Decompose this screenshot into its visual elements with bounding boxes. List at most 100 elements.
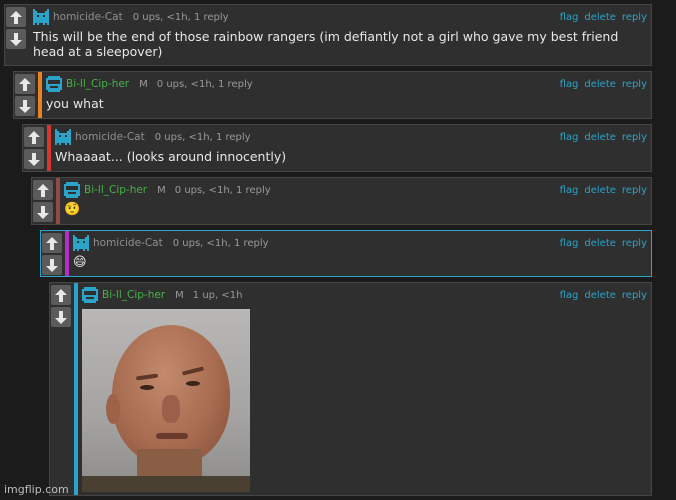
arrow-down-icon bbox=[37, 205, 49, 219]
comment-header: Bi-ll_Cip-her M 0 ups, <1h, 1 reply flag… bbox=[64, 181, 647, 199]
thread-bar bbox=[38, 72, 42, 118]
downvote-button[interactable] bbox=[33, 202, 53, 222]
comment-meta: 0 ups, <1h, 1 reply bbox=[132, 11, 229, 23]
comment-body: Bi-ll_Cip-her M 1 up, <1h flag delete re… bbox=[82, 286, 647, 492]
upvote-button[interactable] bbox=[6, 7, 26, 27]
upvote-button[interactable] bbox=[42, 233, 62, 253]
meme-mouth bbox=[156, 433, 188, 439]
username[interactable]: Bi-ll_Cip-her bbox=[102, 289, 165, 301]
reply-link[interactable]: reply bbox=[622, 132, 647, 143]
bill-avatar-icon[interactable] bbox=[64, 182, 80, 198]
comment-header: homicide-Cat 0 ups, <1h, 1 reply flag de… bbox=[33, 8, 647, 26]
username[interactable]: Bi-ll_Cip-her bbox=[66, 78, 129, 90]
arrow-down-icon bbox=[28, 152, 40, 166]
comment: Bi-ll_Cip-her M 0 ups, <1h, 1 reply flag… bbox=[31, 177, 652, 225]
comment-text-emoji: 😄 bbox=[73, 255, 87, 270]
flag-link[interactable]: flag bbox=[560, 12, 579, 23]
comment-actions: flag delete reply bbox=[560, 238, 647, 249]
thread-bar bbox=[47, 125, 51, 171]
cat-avatar-icon[interactable] bbox=[55, 129, 71, 145]
reply-link[interactable]: reply bbox=[622, 238, 647, 249]
flag-link[interactable]: flag bbox=[560, 238, 579, 249]
comment: homicide-Cat 0 ups, <1h, 1 reply flag de… bbox=[4, 4, 652, 66]
mod-badge: M bbox=[175, 289, 184, 301]
meme-eye-left bbox=[140, 385, 154, 390]
comment-body: Bi-ll_Cip-her M 0 ups, <1h, 1 reply flag… bbox=[46, 75, 647, 111]
flag-link[interactable]: flag bbox=[560, 132, 579, 143]
delete-link[interactable]: delete bbox=[584, 185, 616, 196]
arrow-up-icon bbox=[46, 236, 58, 250]
arrow-down-icon bbox=[19, 99, 31, 113]
downvote-button[interactable] bbox=[42, 255, 62, 275]
meme-ear bbox=[106, 394, 120, 424]
comment: Bi-ll_Cip-her M 0 ups, <1h, 1 reply flag… bbox=[13, 71, 652, 119]
downvote-button[interactable] bbox=[15, 96, 35, 116]
downvote-button[interactable] bbox=[24, 149, 44, 169]
thread-bar bbox=[65, 231, 69, 276]
comment-text-emoji: 🤨 bbox=[64, 202, 81, 217]
upvote-button[interactable] bbox=[33, 180, 53, 200]
comment-meta: 1 up, <1h bbox=[192, 289, 243, 301]
arrow-up-icon bbox=[19, 77, 31, 91]
comment-header: homicide-Cat 0 ups, <1h, 1 reply flag de… bbox=[73, 234, 647, 252]
vote-controls bbox=[24, 127, 46, 171]
meme-nose bbox=[162, 395, 180, 423]
comment: homicide-Cat 0 ups, <1h, 1 reply flag de… bbox=[22, 124, 652, 172]
comment-body: homicide-Cat 0 ups, <1h, 1 reply flag de… bbox=[55, 128, 647, 164]
comment: homicide-Cat 0 ups, <1h, 1 reply flag de… bbox=[40, 230, 652, 277]
delete-link[interactable]: delete bbox=[584, 132, 616, 143]
username[interactable]: homicide-Cat bbox=[93, 237, 163, 249]
arrow-up-icon bbox=[28, 130, 40, 144]
arrow-up-icon bbox=[37, 183, 49, 197]
comment-meta: 0 ups, <1h, 1 reply bbox=[174, 184, 271, 196]
delete-link[interactable]: delete bbox=[584, 79, 616, 90]
vote-controls bbox=[6, 7, 28, 51]
comment-text: This will be the end of those rainbow ra… bbox=[33, 29, 619, 59]
arrow-up-icon bbox=[55, 288, 67, 302]
bill-avatar-icon[interactable] bbox=[82, 287, 98, 303]
reply-link[interactable]: reply bbox=[622, 185, 647, 196]
comment-body: Bi-ll_Cip-her M 0 ups, <1h, 1 reply flag… bbox=[64, 181, 647, 217]
delete-link[interactable]: delete bbox=[584, 238, 616, 249]
comment-body: homicide-Cat 0 ups, <1h, 1 reply flag de… bbox=[33, 8, 647, 59]
comment: Bi-ll_Cip-her M 1 up, <1h flag delete re… bbox=[49, 282, 652, 496]
downvote-button[interactable] bbox=[51, 307, 71, 327]
reply-link[interactable]: reply bbox=[622, 79, 647, 90]
vote-controls bbox=[51, 285, 73, 329]
bill-avatar-icon[interactable] bbox=[46, 76, 62, 92]
imgflip-watermark: imgflip.com bbox=[4, 483, 69, 496]
upvote-button[interactable] bbox=[24, 127, 44, 147]
comment-actions: flag delete reply bbox=[560, 12, 647, 23]
vote-controls bbox=[15, 74, 37, 118]
comment-text: Whaaaat... (looks around innocently) bbox=[55, 149, 287, 164]
comment-meta: 0 ups, <1h, 1 reply bbox=[156, 78, 253, 90]
meme-image[interactable] bbox=[82, 309, 250, 492]
comment-meta: 0 ups, <1h, 1 reply bbox=[154, 131, 251, 143]
flag-link[interactable]: flag bbox=[560, 79, 579, 90]
username[interactable]: homicide-Cat bbox=[75, 131, 145, 143]
downvote-button[interactable] bbox=[6, 29, 26, 49]
delete-link[interactable]: delete bbox=[584, 12, 616, 23]
meme-shirt bbox=[82, 476, 250, 492]
reply-link[interactable]: reply bbox=[622, 12, 647, 23]
comment-actions: flag delete reply bbox=[560, 185, 647, 196]
mod-badge: M bbox=[139, 78, 148, 90]
flag-link[interactable]: flag bbox=[560, 290, 579, 301]
flag-link[interactable]: flag bbox=[560, 185, 579, 196]
cat-avatar-icon[interactable] bbox=[73, 235, 89, 251]
mod-badge: M bbox=[157, 184, 166, 196]
comment-actions: flag delete reply bbox=[560, 132, 647, 143]
vote-controls bbox=[33, 180, 55, 224]
upvote-button[interactable] bbox=[51, 285, 71, 305]
cat-avatar-icon[interactable] bbox=[33, 9, 49, 25]
delete-link[interactable]: delete bbox=[584, 290, 616, 301]
thread-bar bbox=[74, 283, 78, 495]
upvote-button[interactable] bbox=[15, 74, 35, 94]
comment-header: homicide-Cat 0 ups, <1h, 1 reply flag de… bbox=[55, 128, 647, 146]
username[interactable]: homicide-Cat bbox=[53, 11, 123, 23]
reply-link[interactable]: reply bbox=[622, 290, 647, 301]
arrow-down-icon bbox=[55, 310, 67, 324]
comment-body: homicide-Cat 0 ups, <1h, 1 reply flag de… bbox=[73, 234, 647, 270]
username[interactable]: Bi-ll_Cip-her bbox=[84, 184, 147, 196]
meme-eye-right bbox=[186, 381, 200, 386]
